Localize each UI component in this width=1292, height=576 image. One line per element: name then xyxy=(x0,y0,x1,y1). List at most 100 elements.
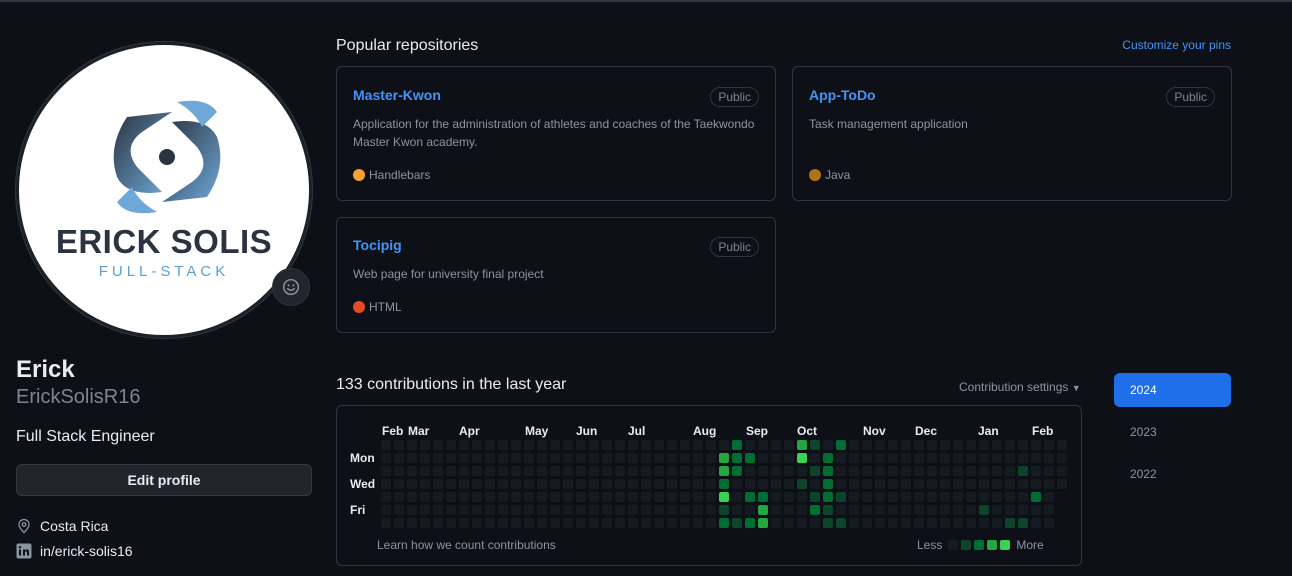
contribution-day-cell[interactable] xyxy=(1018,453,1028,463)
contribution-day-cell[interactable] xyxy=(927,466,937,476)
contribution-day-cell[interactable] xyxy=(550,453,560,463)
contribution-day-cell[interactable] xyxy=(667,479,677,489)
contribution-day-cell[interactable] xyxy=(810,518,820,528)
contribution-day-cell[interactable] xyxy=(485,518,495,528)
contribution-day-cell[interactable] xyxy=(966,440,976,450)
contribution-day-cell[interactable] xyxy=(511,518,521,528)
contribution-day-cell[interactable] xyxy=(394,518,404,528)
contribution-day-cell[interactable] xyxy=(966,453,976,463)
contribution-day-cell[interactable] xyxy=(628,466,638,476)
contribution-day-cell[interactable] xyxy=(459,492,469,502)
contribution-day-cell[interactable] xyxy=(1057,453,1067,463)
contribution-day-cell[interactable] xyxy=(394,453,404,463)
contribution-day-cell[interactable] xyxy=(758,518,768,528)
contribution-day-cell[interactable] xyxy=(680,492,690,502)
contribution-day-cell[interactable] xyxy=(641,440,651,450)
contribution-day-cell[interactable] xyxy=(498,492,508,502)
contribution-day-cell[interactable] xyxy=(446,492,456,502)
contribution-day-cell[interactable] xyxy=(758,440,768,450)
contribution-day-cell[interactable] xyxy=(511,479,521,489)
contribution-day-cell[interactable] xyxy=(992,505,1002,515)
contribution-day-cell[interactable] xyxy=(836,453,846,463)
contribution-day-cell[interactable] xyxy=(524,492,534,502)
contribution-day-cell[interactable] xyxy=(940,466,950,476)
contribution-day-cell[interactable] xyxy=(771,505,781,515)
contribution-day-cell[interactable] xyxy=(836,466,846,476)
contribution-day-cell[interactable] xyxy=(381,440,391,450)
contribution-day-cell[interactable] xyxy=(459,518,469,528)
contribution-day-cell[interactable] xyxy=(992,518,1002,528)
contribution-day-cell[interactable] xyxy=(459,453,469,463)
contribution-day-cell[interactable] xyxy=(940,479,950,489)
contribution-day-cell[interactable] xyxy=(784,518,794,528)
contribution-day-cell[interactable] xyxy=(810,492,820,502)
contribution-day-cell[interactable] xyxy=(1018,492,1028,502)
repo-name-link[interactable]: Tocipig xyxy=(353,237,402,253)
contribution-day-cell[interactable] xyxy=(810,479,820,489)
contribution-day-cell[interactable] xyxy=(706,466,716,476)
contribution-day-cell[interactable] xyxy=(446,505,456,515)
contribution-day-cell[interactable] xyxy=(953,505,963,515)
contribution-day-cell[interactable] xyxy=(1005,440,1015,450)
contribution-day-cell[interactable] xyxy=(472,492,482,502)
contribution-day-cell[interactable] xyxy=(407,479,417,489)
contribution-day-cell[interactable] xyxy=(667,453,677,463)
contribution-day-cell[interactable] xyxy=(563,466,573,476)
contribution-day-cell[interactable] xyxy=(719,466,729,476)
contribution-day-cell[interactable] xyxy=(797,492,807,502)
contribution-day-cell[interactable] xyxy=(966,492,976,502)
contribution-day-cell[interactable] xyxy=(485,479,495,489)
contribution-day-cell[interactable] xyxy=(901,440,911,450)
contribution-day-cell[interactable] xyxy=(862,518,872,528)
contribution-day-cell[interactable] xyxy=(602,505,612,515)
contribution-day-cell[interactable] xyxy=(823,492,833,502)
contribution-day-cell[interactable] xyxy=(914,453,924,463)
contribution-day-cell[interactable] xyxy=(784,453,794,463)
contribution-day-cell[interactable] xyxy=(589,440,599,450)
contribution-day-cell[interactable] xyxy=(1018,440,1028,450)
contribution-day-cell[interactable] xyxy=(524,505,534,515)
contribution-day-cell[interactable] xyxy=(433,479,443,489)
contribution-day-cell[interactable] xyxy=(628,453,638,463)
contribution-day-cell[interactable] xyxy=(875,518,885,528)
contribution-day-cell[interactable] xyxy=(836,492,846,502)
contribution-day-cell[interactable] xyxy=(693,440,703,450)
contribution-day-cell[interactable] xyxy=(524,453,534,463)
contribution-day-cell[interactable] xyxy=(680,440,690,450)
contribution-day-cell[interactable] xyxy=(589,492,599,502)
contribution-day-cell[interactable] xyxy=(407,466,417,476)
contribution-day-cell[interactable] xyxy=(823,479,833,489)
contribution-day-cell[interactable] xyxy=(914,492,924,502)
contribution-day-cell[interactable] xyxy=(641,518,651,528)
contribution-day-cell[interactable] xyxy=(810,466,820,476)
contribution-day-cell[interactable] xyxy=(901,479,911,489)
contribution-day-cell[interactable] xyxy=(433,505,443,515)
contribution-day-cell[interactable] xyxy=(823,518,833,528)
contribution-day-cell[interactable] xyxy=(849,492,859,502)
contribution-day-cell[interactable] xyxy=(771,479,781,489)
contribution-day-cell[interactable] xyxy=(472,453,482,463)
contribution-day-cell[interactable] xyxy=(719,505,729,515)
contribution-day-cell[interactable] xyxy=(927,492,937,502)
contribution-day-cell[interactable] xyxy=(433,492,443,502)
contribution-day-cell[interactable] xyxy=(849,505,859,515)
contribution-day-cell[interactable] xyxy=(615,479,625,489)
contribution-day-cell[interactable] xyxy=(446,440,456,450)
contribution-day-cell[interactable] xyxy=(420,518,430,528)
contribution-day-cell[interactable] xyxy=(732,492,742,502)
contribution-day-cell[interactable] xyxy=(589,479,599,489)
contribution-day-cell[interactable] xyxy=(771,466,781,476)
contribution-day-cell[interactable] xyxy=(576,492,586,502)
contribution-day-cell[interactable] xyxy=(745,453,755,463)
contribution-settings-dropdown[interactable]: Contribution settings ▼ xyxy=(959,380,1081,394)
contribution-day-cell[interactable] xyxy=(706,440,716,450)
contribution-day-cell[interactable] xyxy=(615,453,625,463)
contribution-day-cell[interactable] xyxy=(550,440,560,450)
contribution-day-cell[interactable] xyxy=(1018,505,1028,515)
contribution-day-cell[interactable] xyxy=(797,466,807,476)
contribution-day-cell[interactable] xyxy=(940,518,950,528)
contribution-day-cell[interactable] xyxy=(914,466,924,476)
contribution-day-cell[interactable] xyxy=(706,453,716,463)
contribution-day-cell[interactable] xyxy=(1057,440,1067,450)
contribution-day-cell[interactable] xyxy=(849,479,859,489)
